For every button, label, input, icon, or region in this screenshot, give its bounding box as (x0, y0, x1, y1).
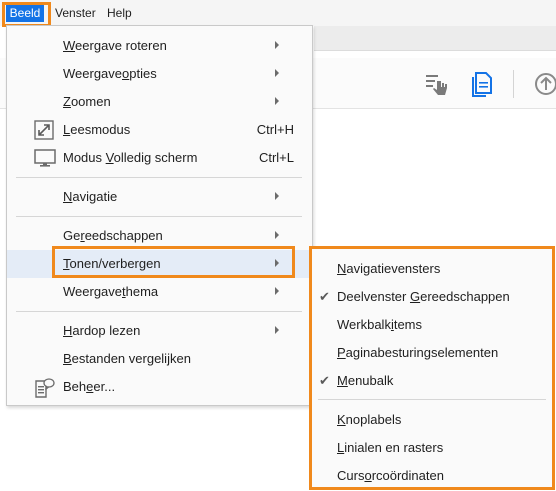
menu-item-weergave-roteren[interactable]: Weergave roteren (7, 32, 312, 60)
menu-item-navigatie[interactable]: Navigatie (7, 183, 312, 211)
menu-divider (16, 311, 302, 312)
menu-item-bestanden-vergelijken[interactable]: Bestanden vergelijken (7, 345, 312, 373)
menu-divider (16, 177, 302, 178)
submenu-item-paginabesturingselementen[interactable]: Paginabesturingselementen (312, 339, 553, 367)
chevron-right-icon (275, 231, 279, 239)
checkmark-icon: ✔ (319, 289, 330, 304)
menu-item-weergaveopties[interactable]: Weergaveopties (7, 60, 312, 88)
document-pages-icon[interactable] (469, 70, 497, 98)
submenu-item-cursorcoordinaten[interactable]: Cursorcoördinaten (312, 462, 553, 490)
tonen-verbergen-submenu: Navigatievensters ✔ Deelvenster Gereedsc… (311, 248, 554, 489)
menu-divider (16, 216, 302, 217)
menu-venster[interactable]: Venster (55, 5, 96, 22)
menu-help[interactable]: Help (107, 5, 132, 22)
menu-item-gereedschappen[interactable]: Gereedschappen (7, 222, 312, 250)
menu-beeld[interactable]: Beeld (6, 5, 44, 22)
menu-item-hardop-lezen[interactable]: Hardop lezen (7, 317, 312, 345)
submenu-item-knoplabels[interactable]: Knoplabels (312, 406, 553, 434)
chevron-right-icon (275, 41, 279, 49)
submenu-item-linialen-en-rasters[interactable]: Linialen en rasters (312, 434, 553, 462)
chevron-right-icon (275, 192, 279, 200)
arrow-up-circle-icon[interactable] (532, 70, 556, 98)
monitor-icon (34, 148, 56, 168)
chevron-right-icon (275, 69, 279, 77)
submenu-divider (318, 399, 546, 400)
menu-item-tonen-verbergen[interactable]: Tonen/verbergen (7, 250, 312, 278)
menu-item-beheer[interactable]: Beheer... (7, 373, 312, 401)
submenu-item-menubalk[interactable]: ✔ Menubalk (312, 367, 553, 395)
menu-item-weergavethema[interactable]: Weergavethema (7, 278, 312, 306)
checkmark-icon: ✔ (319, 373, 330, 388)
beeld-dropdown: Weergave roteren Weergaveopties Zoomen L… (6, 25, 313, 406)
chevron-right-icon (275, 259, 279, 267)
hand-touch-icon[interactable] (423, 70, 451, 98)
chevron-right-icon (275, 97, 279, 105)
document-comment-icon (34, 377, 55, 398)
menu-item-leesmodus[interactable]: Leesmodus Ctrl+H (7, 116, 312, 144)
chevron-right-icon (275, 287, 279, 295)
toolbar-divider (513, 70, 514, 98)
menu-item-zoomen[interactable]: Zoomen (7, 88, 312, 116)
expand-arrows-icon (34, 120, 54, 140)
submenu-item-werkbalkitems[interactable]: Werkbalkitems (312, 311, 553, 339)
menu-item-volledig-scherm[interactable]: Modus Volledig scherm Ctrl+L (7, 144, 312, 172)
tab-strip (314, 26, 556, 51)
menu-bar: Beeld Venster Help (0, 0, 556, 26)
chevron-right-icon (275, 326, 279, 334)
submenu-item-deelvenster-gereedschappen[interactable]: ✔ Deelvenster Gereedschappen (312, 283, 553, 311)
submenu-item-navigatievensters[interactable]: Navigatievensters (312, 255, 553, 283)
